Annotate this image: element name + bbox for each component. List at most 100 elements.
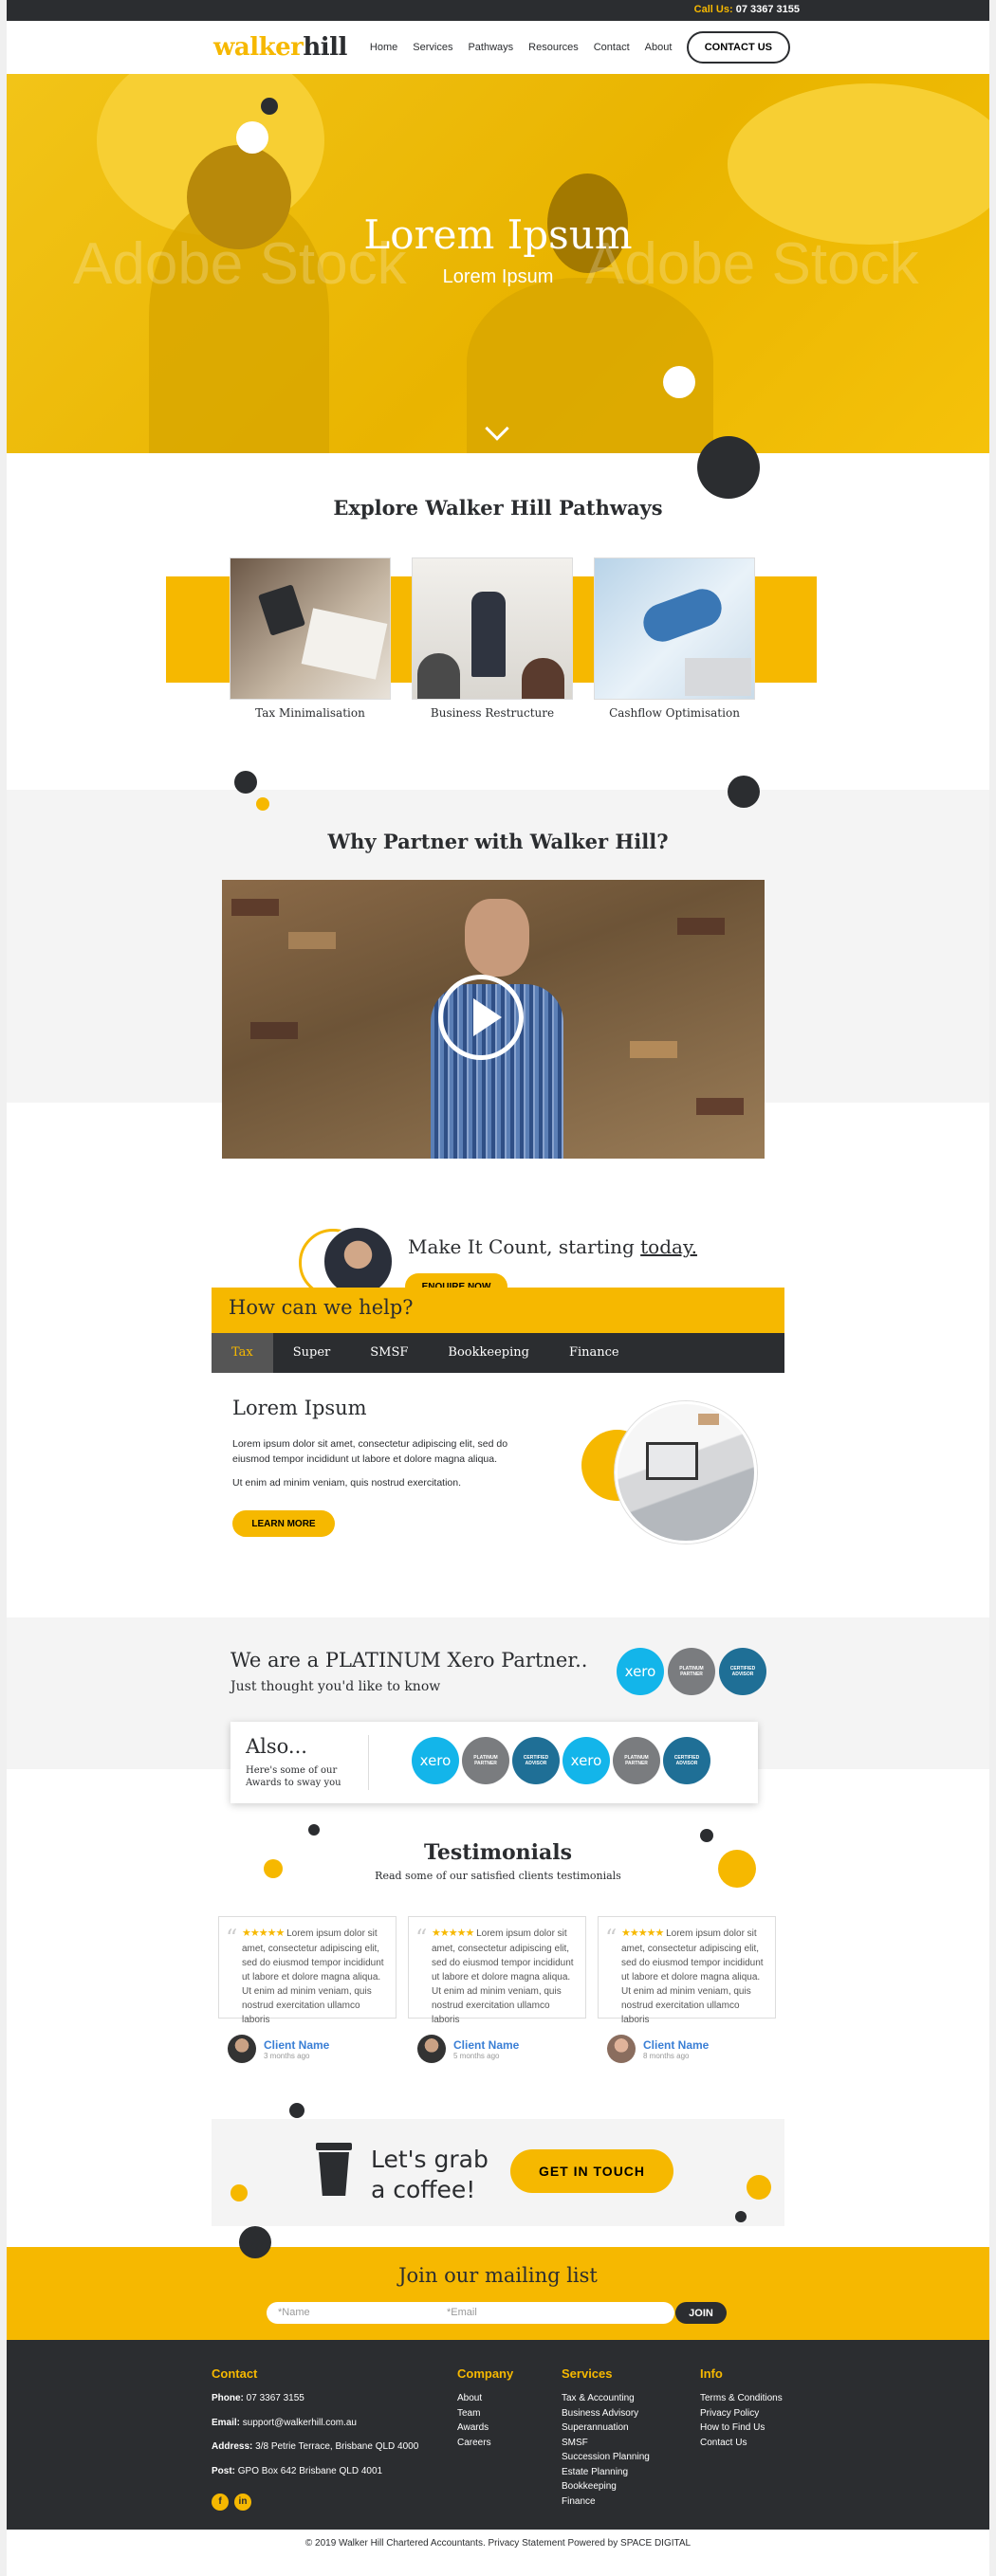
nav-contact[interactable]: Contact bbox=[594, 42, 630, 53]
deco-dot bbox=[308, 1824, 320, 1836]
deco-dot bbox=[697, 436, 760, 499]
footer-link-smsf[interactable]: SMSF bbox=[562, 2436, 650, 2451]
tab-smsf[interactable]: SMSF bbox=[350, 1333, 428, 1373]
awards-title: Also... bbox=[246, 1735, 307, 1758]
linkedin-icon[interactable]: in bbox=[234, 2494, 251, 2512]
footer-link-awards[interactable]: Awards bbox=[457, 2421, 513, 2436]
footer-link-finance[interactable]: Finance bbox=[562, 2494, 650, 2510]
tab-panel-para-2: Ut enim ad minim veniam, quis nostrud ex… bbox=[232, 1477, 462, 1489]
tab-tax[interactable]: Tax bbox=[212, 1333, 273, 1373]
client-name-link[interactable]: Client Name bbox=[453, 2038, 519, 2052]
pathways-section: Explore Walker Hill Pathways Tax Minimal… bbox=[7, 453, 989, 790]
help-title: How can we help? bbox=[212, 1288, 784, 1333]
pathway-card-tax[interactable]: Tax Minimalisation bbox=[230, 557, 391, 720]
hero-title: Lorem Ipsum bbox=[363, 211, 633, 258]
nav-home[interactable]: Home bbox=[370, 42, 397, 53]
footer-link-super[interactable]: Superannuation bbox=[562, 2421, 650, 2436]
tab-bookkeeping[interactable]: Bookkeeping bbox=[428, 1333, 549, 1373]
quote-icon: “ bbox=[605, 1925, 618, 1951]
awards-box: Also... Here's some of our Awards to swa… bbox=[231, 1722, 758, 1803]
join-button[interactable]: JOIN bbox=[675, 2302, 727, 2324]
nav-services[interactable]: Services bbox=[413, 42, 452, 53]
footer-address: 3/8 Petrie Terrace, Brisbane QLD 4000 bbox=[255, 2441, 419, 2453]
coffee-line-2: a coffee! bbox=[371, 2176, 476, 2203]
make-it-count-section: Make It Count, starting today. ENQUIRE N… bbox=[7, 1103, 989, 1300]
tax-image bbox=[230, 557, 391, 700]
nav-resources[interactable]: Resources bbox=[528, 42, 579, 53]
make-it-count-lead: Make It Count, starting bbox=[408, 1235, 641, 1258]
nav-pathways[interactable]: Pathways bbox=[468, 42, 513, 53]
audience-figure bbox=[522, 658, 564, 699]
walker-hill-logo[interactable]: walkerhill bbox=[213, 33, 347, 62]
hero-banner: Adobe Stock Adobe Stock Lorem Ipsum Lore… bbox=[7, 74, 989, 453]
tab-finance[interactable]: Finance bbox=[549, 1333, 639, 1373]
brick bbox=[231, 899, 279, 916]
footer-contact-title: Contact bbox=[212, 2366, 258, 2381]
top-phone-link[interactable]: 07 3367 3155 bbox=[736, 4, 800, 15]
rating-stars: ★★★★★ bbox=[432, 1927, 474, 1939]
how-can-we-help-section: How can we help? Tax Super SMSF Bookkeep… bbox=[212, 1288, 784, 1591]
quote-icon: “ bbox=[415, 1925, 428, 1951]
address-label: Address: bbox=[212, 2441, 253, 2453]
footer-link-about[interactable]: About bbox=[457, 2391, 513, 2406]
learn-more-button[interactable]: LEARN MORE bbox=[232, 1510, 335, 1537]
brick bbox=[250, 1022, 298, 1039]
coffee-cta: Let's grab a coffee! GET IN TOUCH bbox=[212, 2119, 784, 2226]
testimonial-text: Lorem ipsum dolor sit amet, consectetur … bbox=[432, 1928, 574, 2025]
footer-link-estate[interactable]: Estate Planning bbox=[562, 2465, 650, 2480]
restructure-image bbox=[412, 557, 573, 700]
mailing-title: Join our mailing list bbox=[398, 2264, 598, 2287]
play-icon[interactable] bbox=[438, 975, 524, 1060]
tab-super[interactable]: Super bbox=[273, 1333, 351, 1373]
footer-link-find-us[interactable]: How to Find Us bbox=[700, 2421, 783, 2436]
call-us-label: Call Us: bbox=[693, 4, 733, 15]
footer-link-bookkeeping[interactable]: Bookkeeping bbox=[562, 2479, 650, 2494]
deco-dot bbox=[718, 1850, 756, 1888]
footer-email[interactable]: support@walkerhill.com.au bbox=[243, 2418, 357, 2428]
pathway-card-restructure[interactable]: Business Restructure bbox=[412, 557, 573, 720]
presenter-figure bbox=[471, 592, 506, 677]
footer-link-tax[interactable]: Tax & Accounting bbox=[562, 2391, 650, 2406]
deco-dot bbox=[289, 2103, 304, 2118]
footer-link-careers[interactable]: Careers bbox=[457, 2436, 513, 2451]
platinum-partner-badge: PLATINUM PARTNER bbox=[613, 1737, 660, 1784]
why-partner-section: Why Partner with Walker Hill? bbox=[7, 771, 989, 1159]
footer-link-succession[interactable]: Succession Planning bbox=[562, 2450, 650, 2465]
make-it-count-text: Make It Count, starting today. bbox=[408, 1235, 697, 1258]
testimonial-card: “ ★★★★★ Lorem ipsum dolor sit amet, cons… bbox=[218, 1916, 397, 2025]
footer-link-terms[interactable]: Terms & Conditions bbox=[700, 2391, 783, 2406]
tab-panel-tax: Lorem Ipsum Lorem ipsum dolor sit amet, … bbox=[212, 1373, 784, 1591]
laptop-figure bbox=[685, 658, 751, 696]
pathway-label-cashflow: Cashflow Optimisation bbox=[609, 706, 740, 720]
main-header: walkerhill Home Services Pathways Resour… bbox=[7, 21, 989, 74]
email-label: Email: bbox=[212, 2417, 241, 2428]
avatar bbox=[417, 2035, 446, 2063]
footer-link-advisory[interactable]: Business Advisory bbox=[562, 2406, 650, 2421]
testimonial-text: Lorem ipsum dolor sit amet, consectetur … bbox=[242, 1928, 384, 2025]
footer-phone[interactable]: 07 3367 3155 bbox=[247, 2393, 304, 2403]
top-bar: Call Us: 07 3367 3155 bbox=[7, 0, 989, 21]
review-age: 5 months ago bbox=[453, 2051, 500, 2060]
get-in-touch-button[interactable]: GET IN TOUCH bbox=[510, 2149, 673, 2193]
email-input[interactable]: *Email bbox=[435, 2302, 674, 2324]
page: Call Us: 07 3367 3155 walkerhill Home Se… bbox=[7, 0, 989, 2576]
rating-stars: ★★★★★ bbox=[242, 1927, 285, 1939]
testimonial-text: Lorem ipsum dolor sit amet, consectetur … bbox=[621, 1928, 764, 2025]
testimonials-subtitle: Read some of our satisfied clients testi… bbox=[375, 1870, 621, 1882]
footer-link-team[interactable]: Team bbox=[457, 2406, 513, 2421]
brick bbox=[288, 932, 336, 949]
awards-divider bbox=[368, 1735, 369, 1790]
certified-advisor-badge: CERTIFIED ADVISOR bbox=[719, 1648, 766, 1695]
facebook-icon[interactable]: f bbox=[212, 2494, 229, 2512]
client-name-link[interactable]: Client Name bbox=[264, 2038, 329, 2052]
client-name-link[interactable]: Client Name bbox=[643, 2038, 709, 2052]
footer-link-privacy[interactable]: Privacy Policy bbox=[700, 2406, 783, 2421]
footer-link-contact[interactable]: Contact Us bbox=[700, 2436, 783, 2451]
help-tabs: Tax Super SMSF Bookkeeping Finance bbox=[212, 1333, 784, 1373]
footer-services: Services Tax & Accounting Business Advis… bbox=[562, 2365, 650, 2509]
testimonials-section: Testimonials Read some of our satisfied … bbox=[7, 1769, 989, 2063]
pathway-card-cashflow[interactable]: Cashflow Optimisation bbox=[594, 557, 755, 720]
contact-us-button[interactable]: CONTACT US bbox=[686, 31, 790, 64]
deco-dot bbox=[236, 121, 268, 154]
nav-about[interactable]: About bbox=[645, 42, 673, 53]
